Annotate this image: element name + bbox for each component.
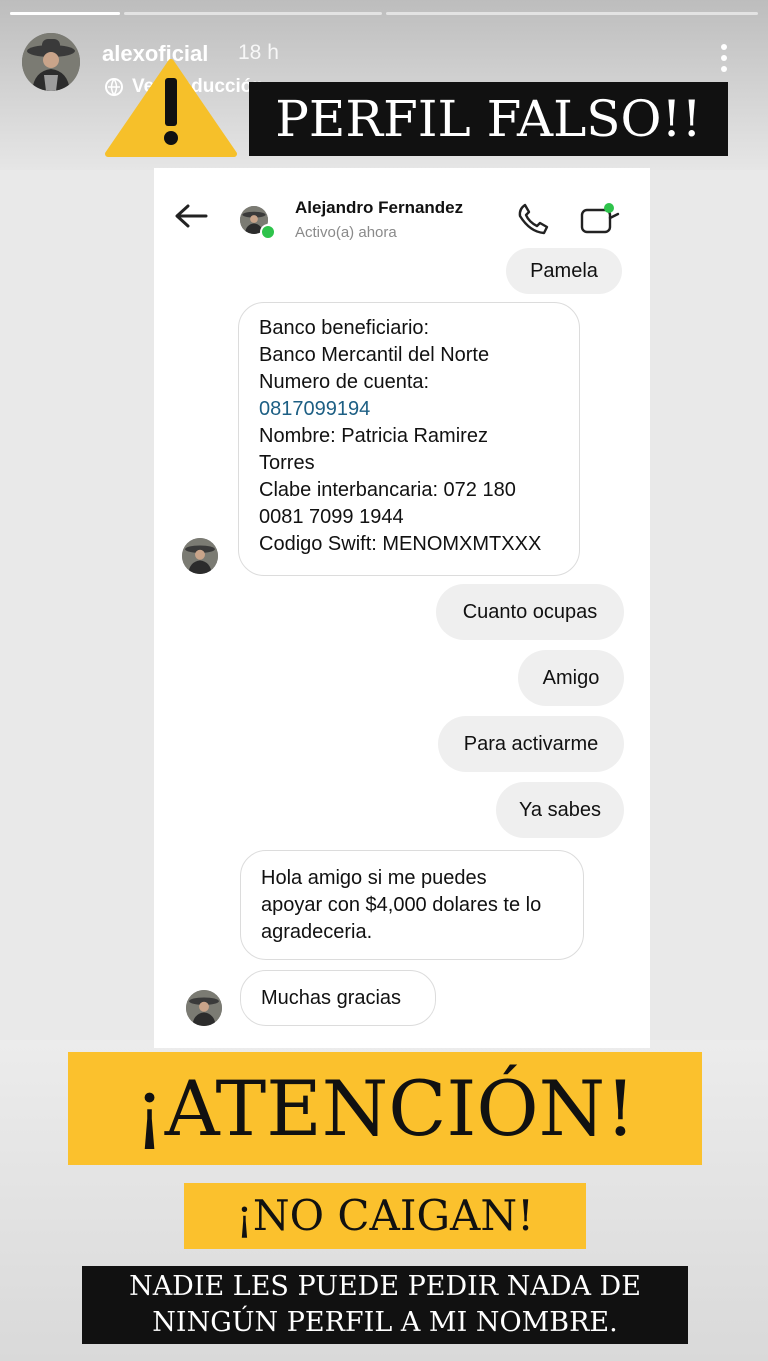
video-call-icon[interactable] — [580, 202, 620, 236]
nadie-line-2: NINGÚN PERFIL A MI NOMBRE. — [152, 1307, 618, 1338]
perfil-falso-banner: PERFIL FALSO!! — [249, 82, 728, 156]
phone-call-icon[interactable] — [516, 202, 550, 236]
message-line: Clabe interbancaria: 072 180 — [259, 479, 516, 501]
more-options-icon[interactable] — [716, 44, 732, 78]
message-out: Amigo — [518, 650, 624, 706]
story-time: 18 h — [238, 41, 279, 64]
message-in-request: Hola amigo si me puedes apoyar con $4,00… — [240, 850, 584, 960]
message-line: Hola amigo si me puedes — [261, 867, 487, 889]
message-in-thanks: Muchas gracias — [240, 970, 436, 1026]
message-line: apoyar con $4,000 dolares te lo — [261, 894, 542, 916]
message-line: Banco Mercantil del Norte — [259, 344, 490, 366]
sender-avatar-icon — [186, 990, 222, 1026]
message-out: Para activarme — [438, 716, 624, 772]
message-out: Ya sabes — [496, 782, 624, 838]
no-caigan-banner: ¡NO CAIGAN! — [184, 1183, 586, 1249]
nadie-line-1: NADIE LES PUEDE PEDIR NADA DE — [129, 1271, 641, 1302]
story-avatar[interactable] — [22, 33, 80, 91]
message-in-bank-details: Banco beneficiario: Banco Mercantil del … — [238, 302, 580, 576]
atencion-banner: ¡ATENCIÓN! — [68, 1052, 702, 1165]
nadie-banner: NADIE LES PUEDE PEDIR NADA DE NINGÚN PER… — [82, 1266, 688, 1344]
message-line: Banco beneficiario: — [259, 317, 430, 339]
back-arrow-icon[interactable] — [174, 204, 208, 228]
charro-avatar-icon — [22, 33, 80, 91]
chat-header: Alejandro Fernandez Activo(a) ahora — [154, 168, 650, 250]
message-line: Codigo Swift: MENOMXMTXXX — [259, 533, 542, 555]
message-line: Numero de cuenta: — [259, 371, 430, 393]
sender-avatar-icon — [182, 538, 218, 574]
sender-avatar[interactable] — [186, 990, 222, 1026]
account-number-link[interactable]: 0817099194 — [259, 396, 559, 423]
message-line: Torres — [259, 452, 315, 474]
contact-name[interactable]: Alejandro Fernandez — [295, 198, 463, 218]
story-progress-segment-2 — [124, 12, 382, 15]
story-progress-segment-3 — [386, 12, 758, 15]
message-line: agradeceria. — [261, 921, 373, 943]
message-out: Cuanto ocupas — [436, 584, 624, 640]
message-line: 0081 7099 1944 — [259, 506, 404, 528]
online-status-dot — [260, 224, 276, 240]
message-out: Pamela — [506, 248, 622, 294]
warning-triangle-icon — [105, 59, 237, 157]
sender-avatar[interactable] — [182, 538, 218, 574]
message-line: Nombre: Patricia Ramirez — [259, 425, 488, 447]
contact-status: Activo(a) ahora — [295, 224, 397, 241]
chat-screenshot: Alejandro Fernandez Activo(a) ahora Pame… — [154, 168, 650, 1048]
story-progress-segment-1 — [10, 12, 120, 15]
